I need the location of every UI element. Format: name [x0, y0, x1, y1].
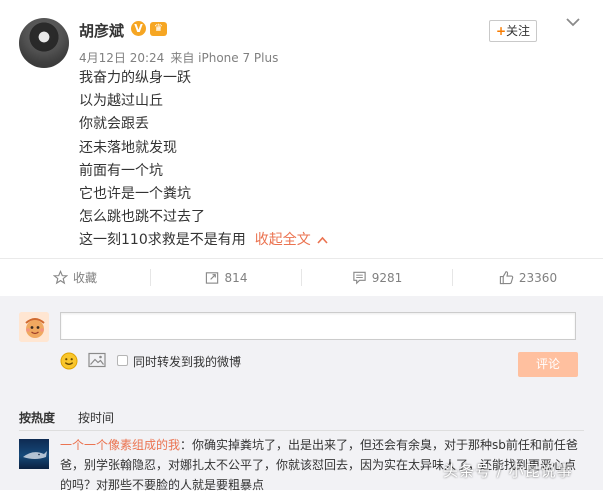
star-icon [52, 270, 68, 285]
comment-button[interactable]: 9281 [302, 259, 452, 296]
repost-checkbox-label[interactable]: 同时转发到我的微博 [133, 353, 241, 370]
sort-divider [19, 430, 584, 431]
image-icon[interactable] [88, 352, 106, 368]
post-line: 以为越过山丘 [79, 93, 163, 110]
collapse-link[interactable]: 收起全文 [255, 232, 328, 248]
post-content: 我奋力的纵身一跃 以为越过山丘 你就会跟丢 还未落地就发现 前面有一个坑 它也许… [79, 67, 328, 253]
plus-icon: + [495, 24, 507, 38]
favorite-button[interactable]: 收藏 [0, 259, 150, 296]
post-line: 前面有一个坑 [79, 162, 163, 179]
current-user-avatar[interactable] [19, 312, 49, 342]
post-line: 怎么跳也跳不过去了 [79, 209, 205, 226]
member-crown-icon: ♛ [150, 22, 167, 36]
post-last-line: 这一刻110求救是不是有用 收起全文 [79, 229, 328, 252]
weibo-post: 胡彦斌 V ♛ 4月12日 20:24 来自 iPhone 7 Plus +关注 … [0, 0, 603, 258]
shark-avatar-icon [23, 451, 47, 459]
comment-count: 9281 [371, 270, 403, 285]
post-line: 你就会跟丢 [79, 116, 149, 133]
verified-badge-icon: V [131, 21, 146, 36]
post-timestamp[interactable]: 4月12日 20:24 [79, 51, 164, 65]
collapse-label: 收起全文 [254, 232, 311, 249]
thumbs-up-icon [499, 271, 514, 285]
source-prefix: 来自 [170, 51, 195, 65]
like-count: 23360 [518, 270, 558, 285]
user-avatar[interactable] [19, 18, 69, 68]
watermark: 头条号 / 小昆说事 [443, 462, 573, 480]
post-line: 它也许是一个粪坑 [79, 186, 191, 203]
comment-input[interactable] [60, 312, 576, 340]
post-meta: 4月12日 20:24 来自 iPhone 7 Plus [79, 49, 278, 66]
repost-icon [205, 272, 218, 284]
follow-button[interactable]: +关注 [489, 20, 537, 42]
favorite-label: 收藏 [72, 271, 97, 285]
repost-count: 814 [224, 270, 248, 285]
commenter-name[interactable]: 一个一个像素组成的我 [60, 438, 180, 452]
cartoon-avatar-icon [19, 312, 49, 342]
repost-checkbox[interactable] [117, 355, 128, 366]
action-bar: 收藏 814 9281 23360 [0, 258, 603, 297]
comment-icon [353, 271, 366, 285]
username[interactable]: 胡彦斌 [79, 20, 124, 41]
follow-button-label: 关注 [506, 24, 531, 38]
chevron-up-icon [317, 237, 328, 244]
post-line: 这一刻110求救是不是有用 [79, 232, 246, 249]
post-line: 还未落地就发现 [79, 139, 177, 156]
like-button[interactable]: 23360 [453, 259, 603, 296]
repost-button[interactable]: 814 [151, 259, 301, 296]
emoji-icon[interactable] [60, 352, 78, 370]
chevron-down-icon[interactable] [565, 16, 581, 28]
post-source[interactable]: iPhone 7 Plus [198, 51, 278, 65]
sort-by-time-tab[interactable]: 按时间 [78, 409, 114, 426]
commenter-avatar[interactable] [19, 439, 49, 469]
sort-by-hot-tab[interactable]: 按热度 [19, 409, 55, 426]
post-line: 我奋力的纵身一跃 [79, 70, 191, 86]
submit-comment-button[interactable]: 评论 [518, 352, 578, 377]
